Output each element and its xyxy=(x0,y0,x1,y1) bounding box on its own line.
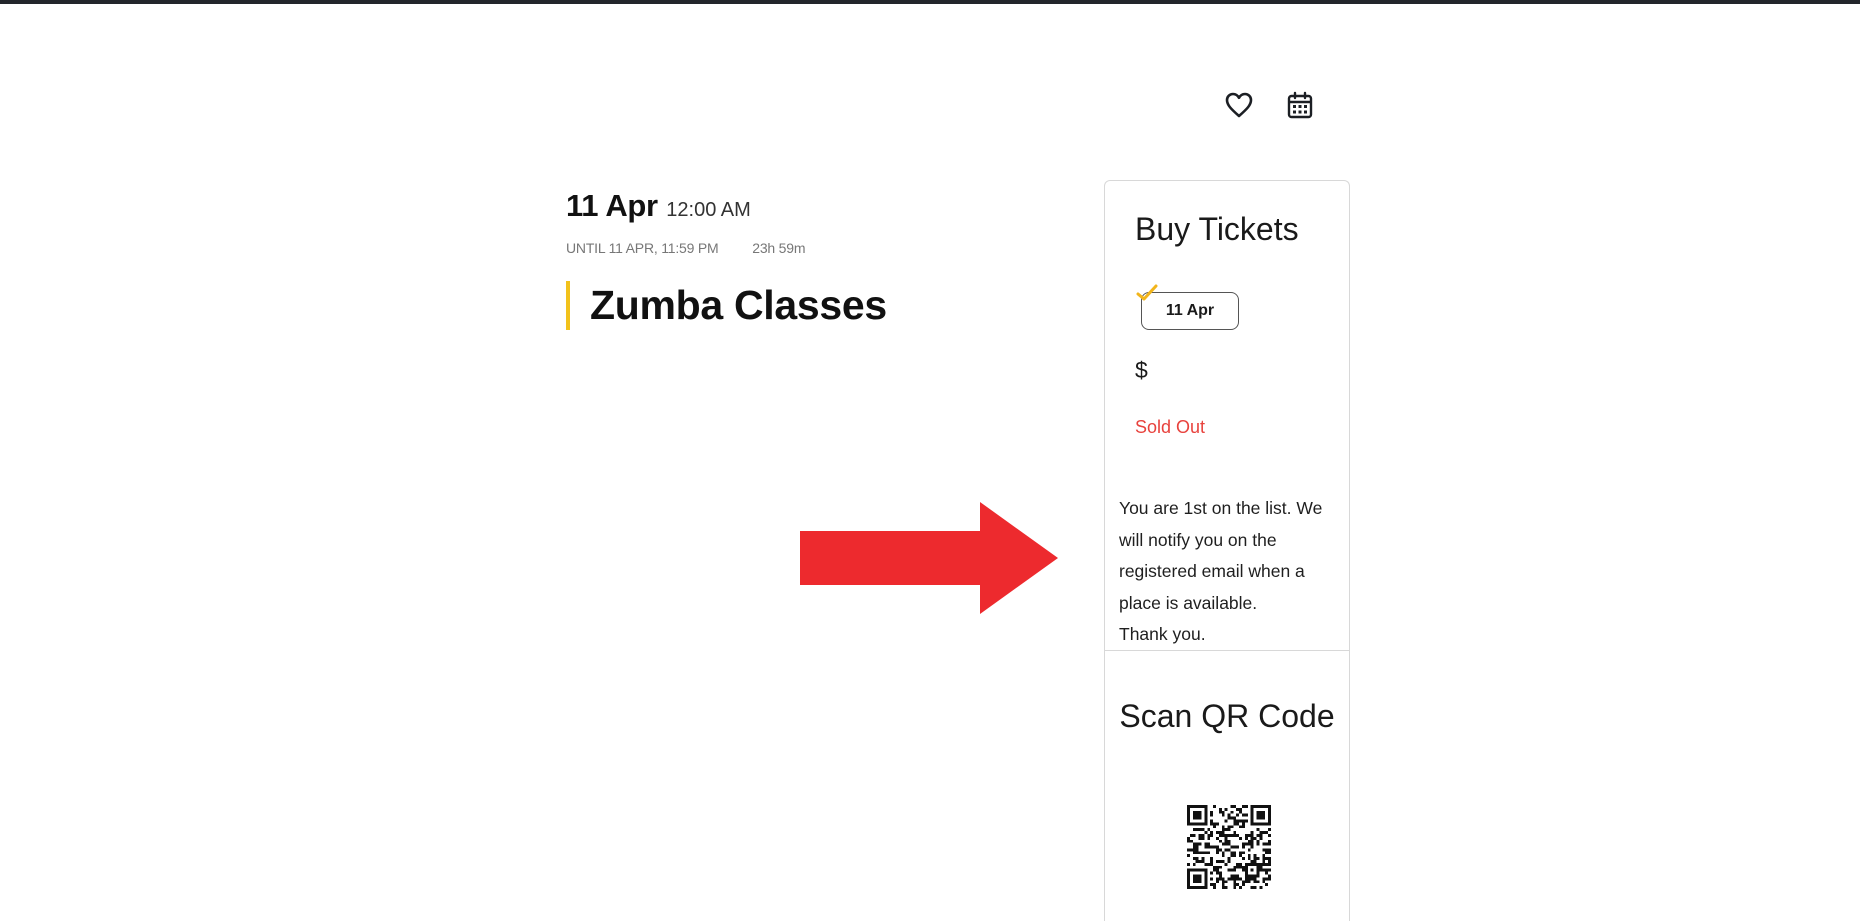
top-bar xyxy=(0,0,1860,4)
event-until: UNTIL 11 APR, 11:59 PM xyxy=(566,240,719,256)
add-to-calendar-button[interactable] xyxy=(1283,88,1317,122)
event-start-time: 12:00 AM xyxy=(666,199,751,221)
event-title: Zumba Classes xyxy=(590,282,887,328)
right-arrow-icon xyxy=(800,502,1058,614)
waitlist-text: You are 1st on the list. We will notify … xyxy=(1119,498,1323,613)
event-date: 11 Apr 12:00 AM xyxy=(566,188,751,224)
buy-tickets-card: Buy Tickets 11 Apr $ Sold Out You are 1s… xyxy=(1104,180,1350,650)
check-icon xyxy=(1136,284,1158,301)
buy-tickets-heading: Buy Tickets xyxy=(1135,211,1299,247)
event-title-block: Zumba Classes xyxy=(566,281,887,330)
qr-code-icon xyxy=(1187,805,1271,889)
ticket-price: $ xyxy=(1135,357,1148,383)
calendar-icon xyxy=(1287,91,1313,119)
sold-out-status: Sold Out xyxy=(1135,417,1206,437)
heart-icon xyxy=(1225,92,1253,118)
scan-qr-card: Scan QR Code xyxy=(1104,650,1350,921)
waitlist-thanks: Thank you. xyxy=(1119,624,1206,644)
event-duration: 23h 59m xyxy=(752,240,806,256)
favorite-button[interactable] xyxy=(1222,88,1256,122)
scan-qr-heading: Scan QR Code xyxy=(1119,698,1335,734)
event-day: 11 Apr xyxy=(566,188,658,223)
waitlist-message: You are 1st on the list. We will notify … xyxy=(1119,493,1345,651)
event-meta: UNTIL 11 APR, 11:59 PM 23h 59m xyxy=(566,240,806,256)
